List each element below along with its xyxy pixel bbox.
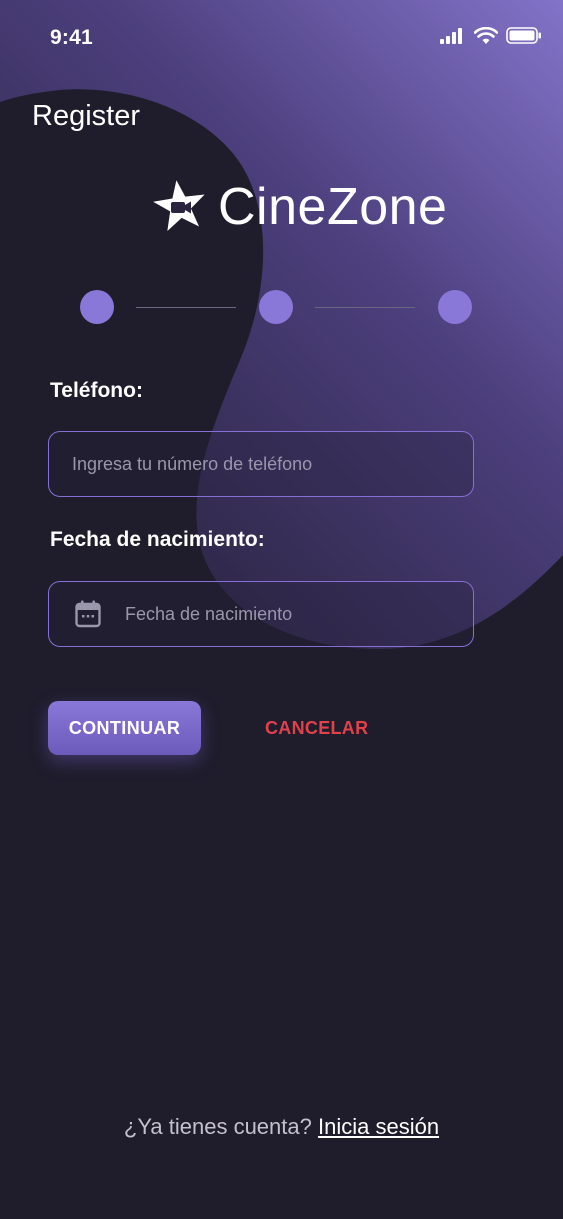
login-prompt: ¿Ya tienes cuenta? Inicia sesión (0, 1114, 563, 1140)
login-prompt-text: ¿Ya tienes cuenta? (123, 1114, 312, 1139)
battery-icon (506, 27, 541, 44)
continue-button[interactable]: CONTINUAR (48, 701, 201, 755)
step-1-dot (80, 290, 114, 324)
step-2-dot (259, 290, 293, 324)
phone-field[interactable] (48, 431, 474, 497)
signal-icon (440, 27, 462, 44)
step-connector-1 (136, 307, 236, 308)
status-icons (440, 27, 542, 44)
login-link[interactable]: Inicia sesión (318, 1114, 439, 1139)
calendar-icon[interactable] (75, 600, 101, 628)
phone-input[interactable] (70, 452, 473, 476)
birthdate-label: Fecha de nacimiento: (50, 528, 265, 551)
page-title: Register (32, 100, 140, 132)
star-camera-icon (153, 180, 205, 232)
wifi-icon (474, 27, 498, 44)
phone-label: Teléfono: (50, 379, 143, 402)
brand-name: CineZone (218, 178, 448, 236)
birthdate-field[interactable] (48, 581, 474, 647)
step-connector-2 (315, 307, 415, 308)
status-time: 9:41 (50, 26, 93, 49)
step-3-dot (438, 290, 472, 324)
brand-logo: CineZone (152, 178, 447, 236)
progress-stepper (80, 290, 472, 326)
cancel-button[interactable]: CANCELAR (265, 718, 368, 739)
birthdate-input[interactable] (123, 602, 473, 626)
